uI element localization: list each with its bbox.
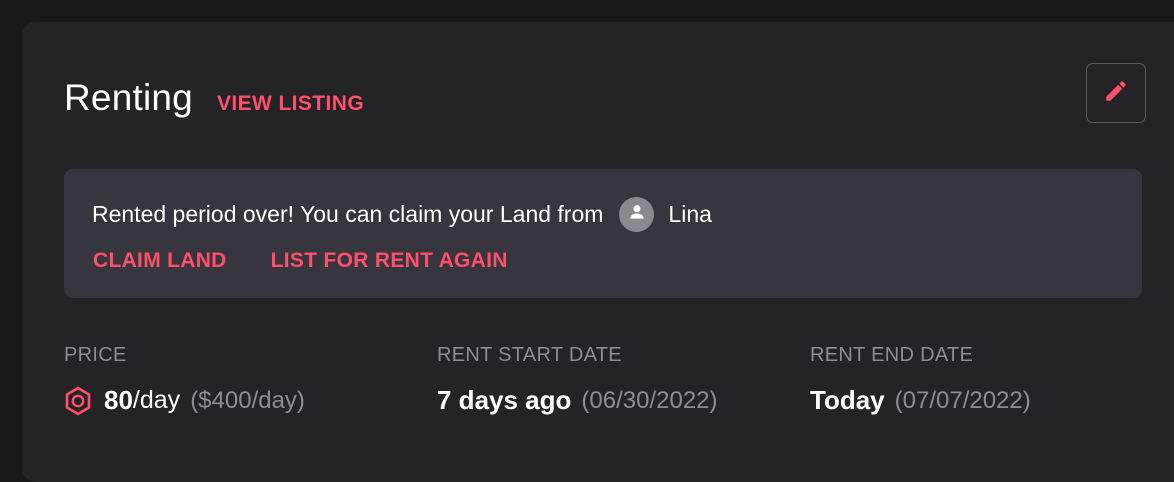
price-fiat: ($400/day) — [190, 386, 305, 414]
card-header: Renting VIEW LISTING — [64, 77, 364, 119]
page-title: Renting — [64, 77, 193, 118]
price-label: PRICE — [64, 344, 127, 366]
rent-end-value: Today (07/07/2022) — [810, 385, 1031, 416]
renter-name: Lina — [668, 201, 712, 227]
claim-land-button[interactable]: CLAIM LAND — [93, 249, 227, 273]
rent-start-relative: 7 days ago — [437, 385, 572, 415]
avatar — [619, 197, 655, 232]
rent-end-stat: RENT END DATE Today (07/07/2022) — [810, 344, 1031, 416]
rent-start-date: (06/30/2022) — [581, 386, 718, 414]
price-unit: /day — [132, 386, 181, 414]
rent-end-relative: Today — [810, 385, 885, 415]
rent-start-value: 7 days ago (06/30/2022) — [437, 385, 718, 416]
edit-button[interactable] — [1086, 63, 1146, 123]
rent-start-label: RENT START DATE — [437, 344, 622, 366]
price-stat: PRICE 80 /day ($400/day) — [64, 344, 305, 416]
rent-end-date: (07/07/2022) — [894, 386, 1031, 414]
mana-icon — [64, 385, 92, 416]
rent-over-notice: Rented period over! You can claim your L… — [64, 169, 1142, 298]
notice-message-row: Rented period over! You can claim your L… — [92, 197, 712, 232]
price-amount: 80 — [104, 385, 133, 415]
pencil-icon — [1103, 78, 1129, 109]
user-icon — [627, 201, 647, 228]
notice-actions: CLAIM LAND LIST FOR RENT AGAIN — [93, 249, 552, 273]
list-for-rent-again-button[interactable]: LIST FOR RENT AGAIN — [271, 249, 508, 273]
rent-start-stat: RENT START DATE 7 days ago (06/30/2022) — [437, 344, 718, 416]
view-listing-link[interactable]: VIEW LISTING — [217, 92, 364, 116]
renting-card: Renting VIEW LISTING Rented period over!… — [22, 22, 1174, 482]
notice-message: Rented period over! You can claim your L… — [92, 201, 604, 227]
rent-end-label: RENT END DATE — [810, 344, 974, 366]
price-value: 80 /day ($400/day) — [64, 385, 305, 416]
